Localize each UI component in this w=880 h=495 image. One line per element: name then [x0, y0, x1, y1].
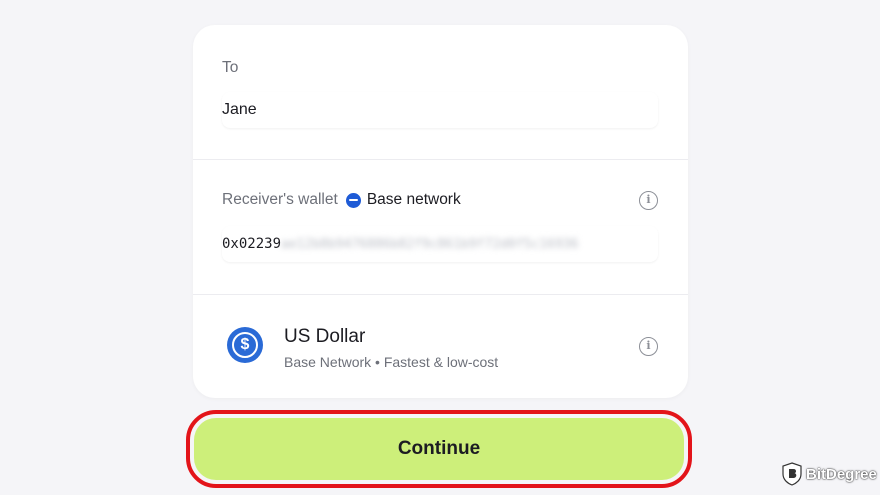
recipient-section: To Jane: [193, 25, 688, 159]
wallet-address-blurred: ae12b8b9476886b82f9c861b9f72d0f5c16936: [281, 236, 579, 252]
recipient-name: Jane: [222, 101, 257, 118]
recipient-field[interactable]: Jane: [222, 92, 658, 128]
wallet-address-field[interactable]: 0x02239 ae12b8b9476886b82f9c861b9f72d0f5…: [222, 226, 658, 262]
recipient-label: To: [222, 59, 239, 76]
transfer-card: To Jane Receiver's wallet Base network i…: [193, 25, 688, 398]
asset-section[interactable]: $ US Dollar Base Network • Fastest & low…: [193, 294, 688, 398]
asset-name: US Dollar: [284, 326, 366, 347]
network-name: Base network: [366, 191, 461, 208]
usd-coin-icon: $: [227, 327, 263, 363]
watermark-text: BitDegree: [806, 465, 877, 483]
asset-subtitle: Base Network • Fastest & low-cost: [284, 354, 499, 370]
info-icon[interactable]: i: [639, 191, 658, 210]
continue-highlight: Continue: [186, 410, 692, 488]
continue-button[interactable]: Continue: [194, 418, 684, 480]
base-network-icon: [345, 192, 361, 208]
bitdegree-logo-icon: [782, 462, 802, 486]
watermark: BitDegree: [782, 462, 877, 486]
wallet-label: Receiver's wallet: [222, 191, 338, 208]
wallet-header: Receiver's wallet Base network: [222, 191, 461, 209]
wallet-address: 0x02239: [222, 236, 282, 252]
info-icon[interactable]: i: [639, 337, 658, 356]
wallet-section: Receiver's wallet Base network i 0x02239…: [193, 159, 688, 294]
